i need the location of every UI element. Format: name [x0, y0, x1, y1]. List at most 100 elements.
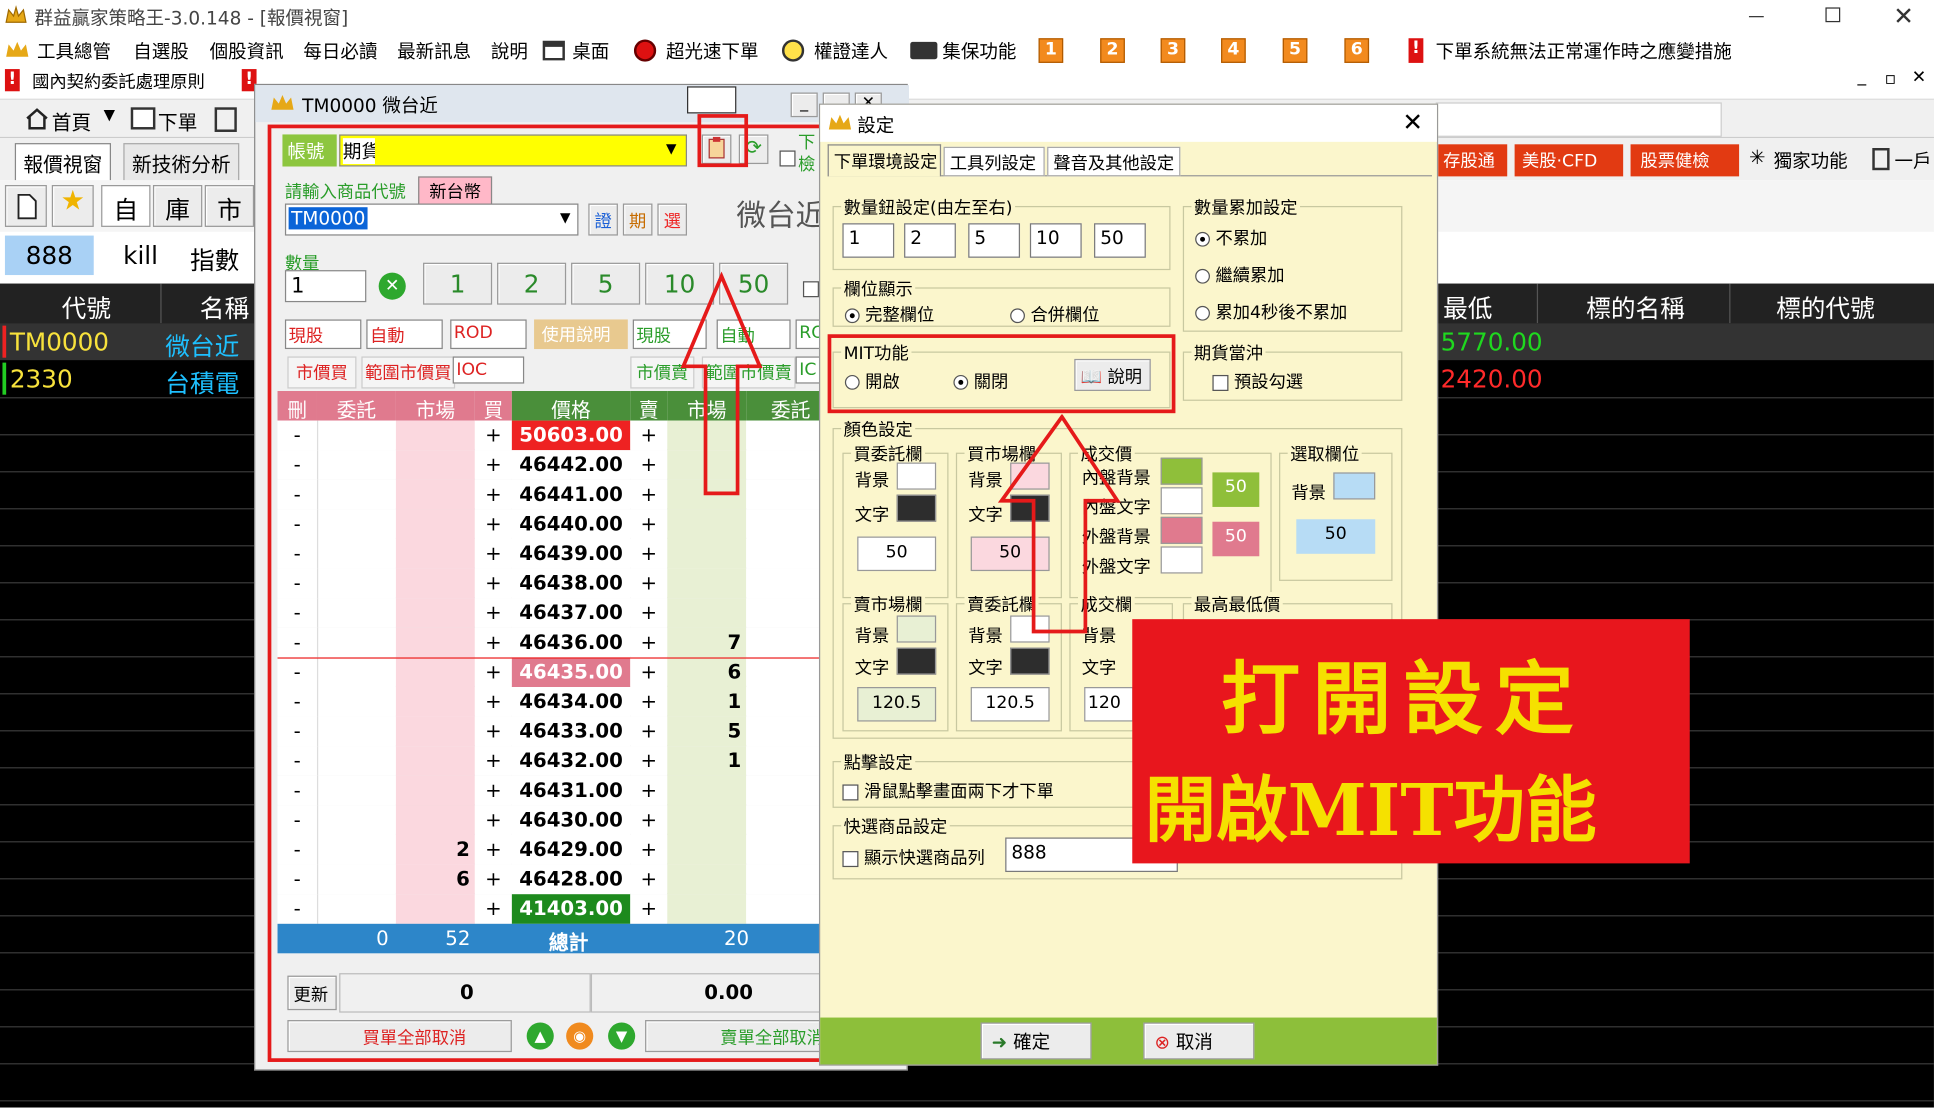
mdi-restore-icon[interactable]: ▫: [1885, 69, 1897, 89]
menu-stock-info[interactable]: 個股資訊: [210, 38, 284, 64]
buy-entrust-text-swatch[interactable]: [896, 494, 937, 522]
quick-kill-tab[interactable]: kill: [99, 236, 183, 275]
quick-6-button[interactable]: 6: [1344, 38, 1370, 63]
menu-desktop[interactable]: 桌面: [572, 38, 609, 64]
book-row[interactable]: - +46435.00 +6: [277, 657, 836, 688]
quick-1-button[interactable]: 1: [1038, 38, 1064, 63]
menu-help[interactable]: 說明: [491, 38, 528, 64]
exclusive-button[interactable]: 獨家功能: [1774, 148, 1848, 174]
book-row[interactable]: - +46439.00 +: [277, 538, 836, 569]
tab-sound[interactable]: 聲音及其他設定: [1047, 146, 1181, 177]
book-row[interactable]: -6 +46428.00 +: [277, 864, 836, 895]
col-low-header[interactable]: 最低: [1443, 289, 1492, 325]
settings-close-icon[interactable]: ✕: [1402, 107, 1423, 137]
sell-market-bg-swatch[interactable]: [896, 615, 937, 643]
double-click-checkbox[interactable]: 滑鼠點擊畫面兩下才下單: [842, 778, 1054, 803]
update-button[interactable]: 更新: [287, 975, 337, 1011]
tab-toolbar[interactable]: 工具列設定: [943, 146, 1045, 177]
outer-bg-swatch[interactable]: [1160, 516, 1203, 544]
quick-4-button[interactable]: 4: [1221, 38, 1246, 63]
tab-order-env[interactable]: 下單環境設定: [827, 144, 942, 177]
product-code-input[interactable]: TM0000 ▼: [284, 203, 579, 236]
us-stock-button[interactable]: 美股‧CFD: [1514, 144, 1624, 177]
cancel-all-buy-button[interactable]: 買單全部取消: [287, 1020, 512, 1053]
menu-tools[interactable]: 工具總管: [37, 38, 111, 64]
inventory-button[interactable]: 庫: [152, 185, 203, 227]
star-icon[interactable]: ★: [51, 185, 94, 227]
col-code-header[interactable]: 代號: [62, 289, 111, 325]
self-select-button[interactable]: 自: [101, 185, 151, 227]
account-select[interactable]: 期貨 ▼: [339, 134, 688, 167]
menu-contract-rules[interactable]: 國內契約委託處理原則: [32, 69, 205, 94]
cancel-all-sell-button[interactable]: 賣單全部取消: [645, 1020, 831, 1053]
book-row[interactable]: - +46440.00 +: [277, 509, 836, 539]
address-box[interactable]: [1435, 102, 1722, 137]
col-under-name-header[interactable]: 標的名稱: [1586, 289, 1685, 325]
menu-emergency[interactable]: 下單系統無法正常運作時之應變措施: [1436, 38, 1732, 64]
show-quick-checkbox[interactable]: 顯示快選商品列: [842, 845, 985, 870]
market-button[interactable]: 市: [204, 185, 255, 227]
book-row[interactable]: - +41403.00 +: [277, 894, 836, 924]
market-buy-button[interactable]: 市價買: [287, 356, 357, 389]
quick-5-button[interactable]: 5: [1282, 38, 1308, 63]
outer-text-swatch[interactable]: [1160, 546, 1203, 574]
quick-3-button[interactable]: 3: [1160, 38, 1186, 63]
mdi-close-icon[interactable]: ✕: [1912, 68, 1926, 88]
quick-2-button[interactable]: 2: [1100, 38, 1125, 63]
minimize-icon[interactable]: [1748, 16, 1764, 18]
book-row[interactable]: - +46433.00 +5: [277, 716, 836, 747]
book-row[interactable]: - +46430.00 +: [277, 805, 836, 836]
one-account-button[interactable]: 一戶: [1895, 148, 1932, 174]
down-arrow-icon[interactable]: ▼: [608, 1022, 636, 1050]
field-merged-radio[interactable]: 合併欄位: [1010, 302, 1100, 327]
book-row[interactable]: - +46436.00 +7: [277, 627, 836, 658]
qty-setting-3[interactable]: 5: [968, 223, 1021, 258]
menu-watchlist[interactable]: 自選股: [133, 38, 189, 64]
select-bg-swatch[interactable]: [1333, 472, 1376, 500]
menu-custody[interactable]: 集保功能: [942, 38, 1016, 64]
sell-market-text-swatch[interactable]: [896, 647, 937, 675]
accum-none-radio[interactable]: 不累加: [1195, 226, 1267, 251]
help-button[interactable]: 使用說明: [534, 319, 628, 350]
accum-4s-radio[interactable]: 累加4秒後不累加: [1195, 300, 1347, 325]
book-row[interactable]: - +46432.00 +1: [277, 746, 836, 776]
book-row[interactable]: - +46437.00 +: [277, 598, 836, 628]
center-icon[interactable]: ◉: [566, 1022, 594, 1050]
home-button[interactable]: 首頁: [52, 106, 91, 136]
order-button[interactable]: 下單: [158, 106, 197, 136]
futures-button[interactable]: 期: [622, 203, 653, 236]
field-full-radio[interactable]: 完整欄位: [844, 302, 934, 327]
book-row[interactable]: - +46438.00 +: [277, 568, 836, 599]
quick-index-tab[interactable]: 指數: [190, 236, 264, 275]
qty-setting-2[interactable]: 2: [904, 223, 956, 258]
stock-button[interactable]: 證: [588, 203, 618, 236]
menu-fast-order[interactable]: 超光速下單: [666, 38, 759, 64]
book-row[interactable]: - +46434.00 +1: [277, 687, 836, 717]
accum-continue-radio[interactable]: 繼續累加: [1195, 263, 1285, 288]
buy-type-select[interactable]: 現股: [284, 319, 362, 350]
range-market-buy-button[interactable]: 範圍市價買: [361, 356, 456, 389]
cancel-button[interactable]: ⊗ 取消: [1143, 1022, 1255, 1060]
day-trade-checkbox[interactable]: 預設勾選: [1212, 369, 1303, 394]
mdi-minimize-icon[interactable]: _: [1858, 67, 1867, 87]
dropdown-icon[interactable]: ▼: [104, 106, 115, 123]
cunguton-button[interactable]: 存股通: [1438, 144, 1508, 177]
tab-quote[interactable]: 報價視窗: [14, 143, 112, 183]
restore-icon[interactable]: [1825, 7, 1841, 23]
qty-input[interactable]: 1: [284, 270, 367, 303]
sell-entrust-text-swatch[interactable]: [1010, 647, 1050, 675]
buy-auto-select[interactable]: 自動: [366, 319, 443, 350]
tab-tech[interactable]: 新技術分析: [123, 143, 240, 183]
close-icon[interactable]: ✕: [1893, 1, 1914, 31]
menu-warrant[interactable]: 權證達人: [814, 38, 888, 64]
qty-setting-4[interactable]: 10: [1029, 223, 1082, 258]
qty-setting-1[interactable]: 1: [842, 223, 895, 258]
pin-button[interactable]: [687, 86, 737, 114]
order-minimize-icon[interactable]: _: [790, 92, 818, 118]
side-checkbox[interactable]: [779, 144, 796, 170]
book-row[interactable]: -2 +46429.00 +: [277, 835, 836, 865]
qty-1-button[interactable]: 1: [423, 262, 493, 305]
qty-5-button[interactable]: 5: [571, 262, 641, 305]
menu-daily[interactable]: 每日必讀: [303, 38, 377, 64]
buy-entrust-bg-swatch[interactable]: [896, 462, 937, 490]
